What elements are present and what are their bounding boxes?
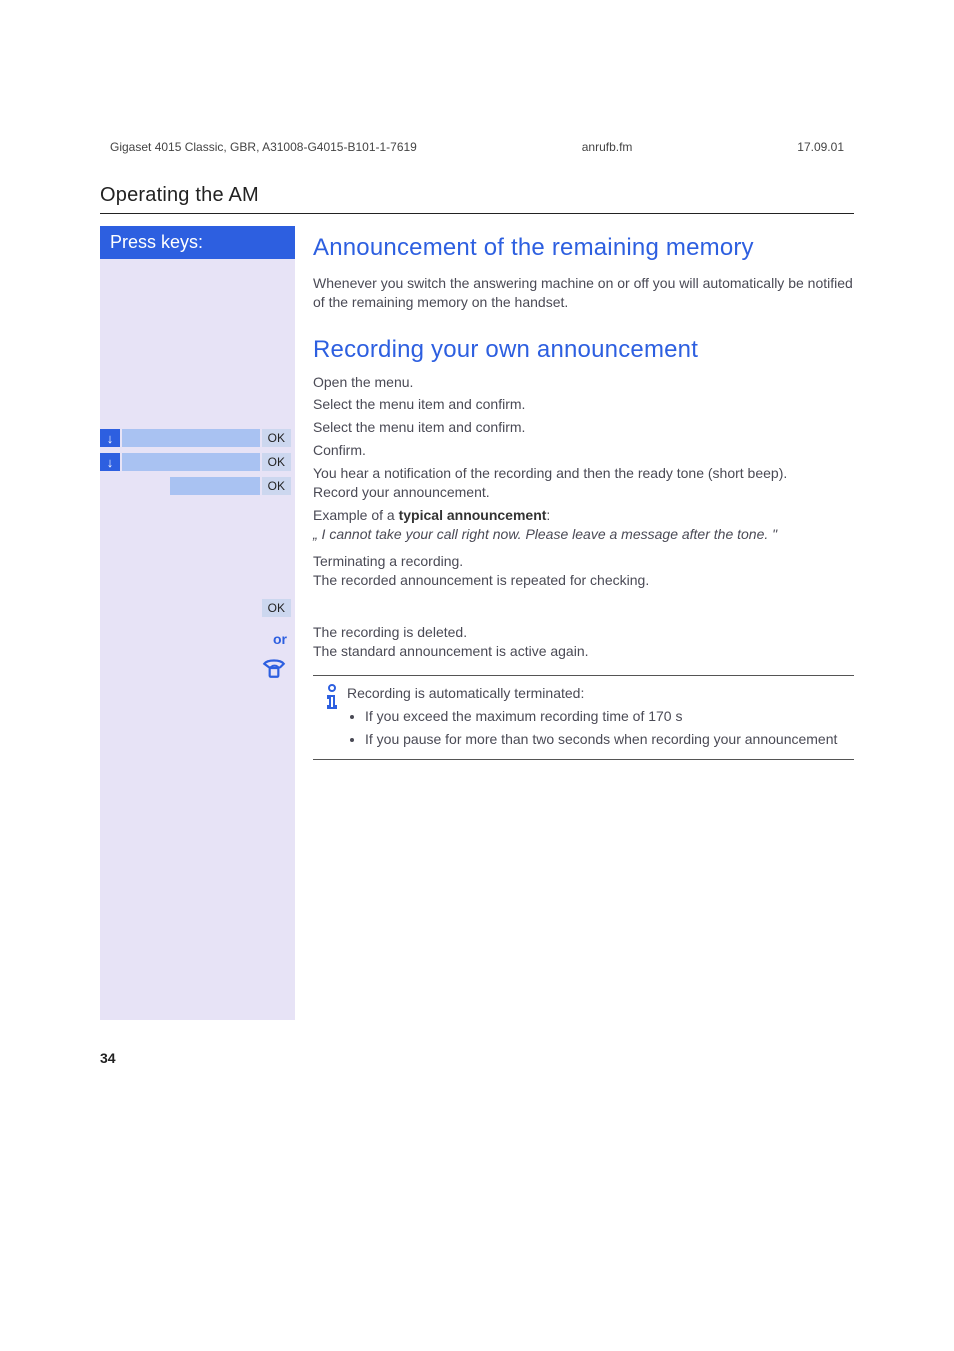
step-2-text: Select the menu item and confirm.: [313, 418, 854, 437]
info-box: Recording is automatically terminated: I…: [313, 675, 854, 760]
doc-filename: anrufb.fm: [582, 140, 633, 154]
deleted-text: The recording is deleted. The standard a…: [313, 623, 854, 661]
key-row-4: OK: [100, 597, 295, 619]
step-3-text: Confirm.: [313, 441, 854, 460]
example-bold: typical announcement: [399, 507, 547, 523]
after-confirm-text: You hear a notification of the recording…: [313, 464, 854, 502]
page-number: 34: [100, 1050, 854, 1066]
info-intro: Recording is automatically terminated:: [347, 684, 850, 703]
menu-field-2: [122, 453, 260, 471]
doc-id: Gigaset 4015 Classic, GBR, A31008-G4015-…: [110, 140, 417, 154]
terminate-text: Terminating a recording. The recorded an…: [313, 552, 854, 590]
info-bullet-2: If you pause for more than two seconds w…: [365, 730, 850, 749]
key-row-3: OK: [100, 475, 295, 497]
open-menu-text: Open the menu.: [313, 373, 854, 392]
down-arrow-icon: ↓: [100, 429, 120, 447]
heading-record-announcement: Recording your own announcement: [313, 334, 854, 366]
ok-key-2: OK: [262, 453, 291, 471]
example-label: Example of a: [313, 507, 399, 523]
menu-field-3: [170, 477, 260, 495]
info-icon: [317, 684, 347, 749]
down-arrow-icon: ↓: [100, 453, 120, 471]
step-1-text: Select the menu item and confirm.: [313, 395, 854, 414]
example-colon: :: [546, 507, 550, 523]
example-text: „ I cannot take your call right now. Ple…: [313, 526, 777, 542]
para-remaining-memory: Whenever you switch the answering machin…: [313, 274, 854, 312]
onhook-icon: [261, 654, 287, 680]
doc-date: 17.09.01: [797, 140, 844, 154]
sidebar-header: Press keys:: [100, 226, 295, 259]
info-bullet-1: If you exceed the maximum recording time…: [365, 707, 850, 726]
key-row-1: ↓ OK: [100, 427, 295, 449]
ok-key-4: OK: [262, 599, 291, 617]
ok-key-1: OK: [262, 429, 291, 447]
main-content: Announcement of the remaining memory Whe…: [295, 226, 854, 1020]
heading-remaining-memory: Announcement of the remaining memory: [313, 232, 854, 264]
menu-field-1: [122, 429, 260, 447]
ok-key-3: OK: [262, 477, 291, 495]
section-title: Operating the AM: [100, 184, 854, 214]
onhook-row: [100, 653, 295, 693]
key-row-2: ↓ OK: [100, 451, 295, 473]
press-keys-sidebar: Press keys: ↓ OK ↓ OK OK: [100, 226, 295, 1020]
or-label: or: [100, 631, 295, 647]
